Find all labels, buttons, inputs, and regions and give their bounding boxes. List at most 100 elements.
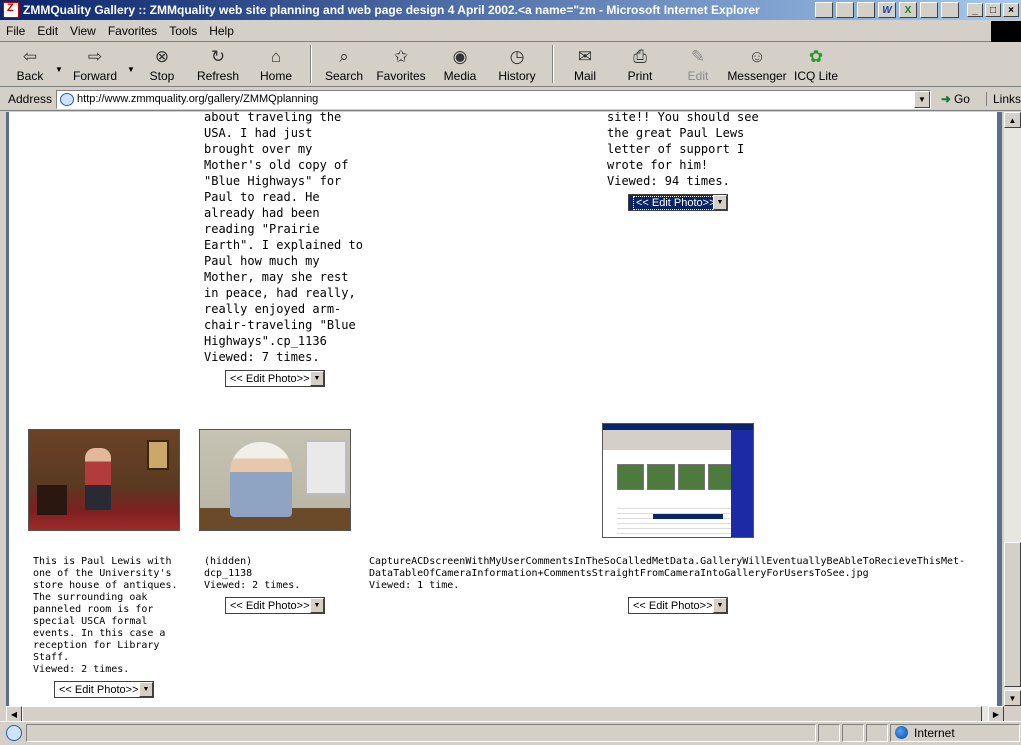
windows-logo-icon xyxy=(991,21,1021,42)
print-button[interactable]: ⎙ Print xyxy=(610,43,670,85)
status-message xyxy=(26,723,816,742)
address-url: http://www.zmmquality.org/gallery/ZMMQpl… xyxy=(77,93,319,105)
quick-icon-7[interactable] xyxy=(941,2,959,18)
status-cell xyxy=(866,723,888,742)
back-dropdown[interactable]: ▼ xyxy=(54,43,64,85)
menu-file[interactable]: File xyxy=(0,24,31,38)
select-dropdown-arrow-icon[interactable]: ▼ xyxy=(139,682,153,697)
edit-photo-select[interactable]: << Edit Photo>> ▼ xyxy=(225,370,325,387)
history-button[interactable]: ◷ History xyxy=(488,43,546,85)
menu-help[interactable]: Help xyxy=(203,24,240,38)
select-dropdown-arrow-icon[interactable]: ▼ xyxy=(310,371,324,386)
mail-button[interactable]: ✉ Mail xyxy=(560,43,610,85)
refresh-icon: ↻ xyxy=(210,47,226,66)
photo-thumbnail-paul-lewis-antiques[interactable] xyxy=(28,429,180,531)
caption-paul-lewis: This is Paul Lewis with one of the Unive… xyxy=(33,556,178,675)
scroll-down-arrow-icon[interactable]: ▼ xyxy=(1004,690,1021,706)
select-dropdown-arrow-icon[interactable]: ▼ xyxy=(713,195,727,210)
edit-page-icon: ✎ xyxy=(690,47,706,66)
toolbar-separator xyxy=(310,45,312,83)
horizontal-scroll-thumb[interactable] xyxy=(22,706,982,722)
edit-photo-select[interactable]: << Edit Photo>> ▼ xyxy=(628,597,728,614)
menu-favorites[interactable]: Favorites xyxy=(102,24,163,38)
status-cell xyxy=(818,723,840,742)
back-arrow-icon: ⇦ xyxy=(22,47,38,66)
back-button[interactable]: ⇦ Back xyxy=(6,43,54,85)
menu-edit[interactable]: Edit xyxy=(31,24,64,38)
icq-flower-icon: ✿ xyxy=(808,47,824,66)
icq-lite-button[interactable]: ✿ ICQ Lite xyxy=(788,43,844,85)
quick-icon-3[interactable] xyxy=(857,2,875,18)
forward-dropdown[interactable]: ▼ xyxy=(126,43,136,85)
menu-view[interactable]: View xyxy=(64,24,102,38)
home-button[interactable]: ⌂ Home xyxy=(248,43,304,85)
scroll-left-arrow-icon[interactable]: ◀ xyxy=(6,706,22,722)
status-cell xyxy=(842,723,864,742)
scroll-right-arrow-icon[interactable]: ▶ xyxy=(988,706,1004,722)
forward-arrow-icon: ⇨ xyxy=(87,47,103,66)
photo-thumbnail-acd-screen-capture[interactable] xyxy=(602,423,754,538)
address-label: Address xyxy=(8,92,53,106)
ie-window: ZMMQuality Gallery :: ZMMquality web sit… xyxy=(0,0,1021,745)
select-dropdown-arrow-icon[interactable]: ▼ xyxy=(310,598,324,613)
close-button[interactable]: × xyxy=(1003,3,1019,17)
ie-page-icon xyxy=(60,92,75,106)
home-icon: ⌂ xyxy=(270,47,282,66)
security-zone: Internet xyxy=(890,723,1020,742)
messenger-button[interactable]: ☺ Messenger xyxy=(726,43,788,85)
word-icon[interactable]: W xyxy=(878,2,896,18)
refresh-button[interactable]: ↻ Refresh xyxy=(188,43,248,85)
internet-globe-icon xyxy=(895,726,908,739)
app-icon xyxy=(3,2,19,18)
edit-button[interactable]: ✎ Edit xyxy=(670,43,726,85)
forward-button[interactable]: ⇨ Forward xyxy=(64,43,126,85)
favorites-star-icon: ✩ xyxy=(393,47,409,66)
address-input[interactable]: http://www.zmmquality.org/gallery/ZMMQpl… xyxy=(56,89,931,109)
vertical-scrollbar[interactable]: ▲ ▼ xyxy=(1004,112,1021,706)
quick-icon-6[interactable] xyxy=(920,2,938,18)
media-icon: ◉ xyxy=(452,47,468,66)
select-dropdown-arrow-icon[interactable]: ▼ xyxy=(713,598,727,613)
horizontal-scrollbar[interactable]: ◀ ▶ xyxy=(6,706,1004,722)
standard-toolbar: ⇦ Back ▼ ⇨ Forward ▼ ⊗ Stop ↻ Refresh ⌂ … xyxy=(0,43,1021,87)
edit-photo-select[interactable]: << Edit Photo>> ▼ xyxy=(225,597,325,614)
title-bar: ZMMQuality Gallery :: ZMMquality web sit… xyxy=(0,0,1021,20)
search-button[interactable]: ⌕ Search xyxy=(318,43,370,85)
quick-icon-1[interactable] xyxy=(815,2,833,18)
address-bar: Address http://www.zmmquality.org/galler… xyxy=(0,88,1021,111)
menu-bar: File Edit View Favorites Tools Help xyxy=(0,21,1021,42)
links-toolbar-button[interactable]: Links xyxy=(985,92,1021,106)
go-arrow-icon: ➜ xyxy=(940,92,951,106)
stop-button[interactable]: ⊗ Stop xyxy=(136,43,188,85)
gallery-page: about traveling the USA. I had just brou… xyxy=(6,112,1002,706)
search-icon: ⌕ xyxy=(339,47,349,66)
window-title: ZMMQuality Gallery :: ZMMquality web sit… xyxy=(23,3,760,17)
caption-acd-screen-capture: CaptureACDscreenWithMyUserCommentsInTheS… xyxy=(369,556,966,591)
taskbar-quick-icons: W X xyxy=(815,2,959,18)
page-right-border xyxy=(997,112,1002,706)
minimize-button[interactable]: _ xyxy=(967,3,983,17)
media-button[interactable]: ◉ Media xyxy=(432,43,488,85)
browser-viewport: about traveling the USA. I had just brou… xyxy=(0,112,1021,722)
history-icon: ◷ xyxy=(509,47,525,66)
caption-dcp-1138: (hidden) dcp_1138 Viewed: 2 times. xyxy=(204,556,301,591)
vertical-scroll-thumb[interactable] xyxy=(1004,542,1021,687)
scroll-up-arrow-icon[interactable]: ▲ xyxy=(1004,112,1021,128)
favorites-button[interactable]: ✩ Favorites xyxy=(370,43,432,85)
mail-icon: ✉ xyxy=(577,47,593,66)
go-button[interactable]: ➜ Go xyxy=(941,92,970,106)
printer-icon: ⎙ xyxy=(633,47,647,66)
edit-photo-select-focused[interactable]: << Edit Photo>> ▼ xyxy=(628,194,728,211)
address-dropdown-arrow-icon[interactable]: ▼ xyxy=(913,90,930,108)
caption-top-left: about traveling the USA. I had just brou… xyxy=(204,112,363,364)
photo-thumbnail-dcp-1138[interactable] xyxy=(199,429,351,531)
quick-icon-2[interactable] xyxy=(836,2,854,18)
status-bar: Internet xyxy=(0,721,1021,743)
messenger-user-icon: ☺ xyxy=(748,47,766,66)
stop-icon: ⊗ xyxy=(154,47,170,66)
menu-tools[interactable]: Tools xyxy=(163,24,203,38)
page-status-icon xyxy=(6,724,22,741)
excel-icon[interactable]: X xyxy=(899,2,917,18)
edit-photo-select[interactable]: << Edit Photo>> ▼ xyxy=(54,681,154,698)
maximize-button[interactable]: □ xyxy=(985,3,1001,17)
